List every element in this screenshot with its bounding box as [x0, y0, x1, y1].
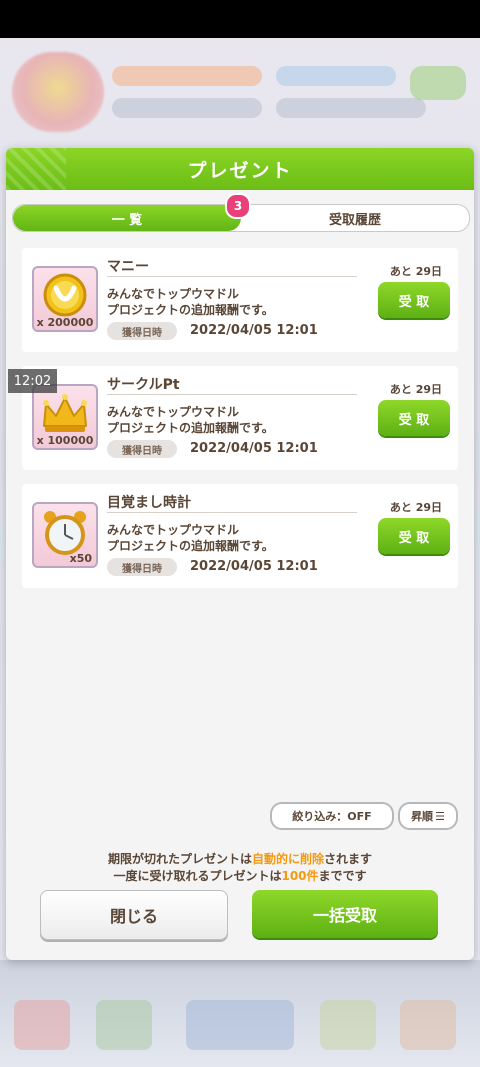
unread-count-badge: 3	[225, 193, 251, 219]
item-icon-frame: x 100000	[32, 384, 98, 450]
limit-notice: 一度に受け取れるプレゼントは100件までです	[6, 867, 474, 884]
sort-lines-icon: ☰	[435, 809, 445, 823]
obtained-label: 獲得日時	[107, 440, 177, 458]
expiry-notice: 期限が切れたプレゼントは自動的に削除されます	[6, 850, 474, 867]
obtained-date: 2022/04/05 12:01	[190, 323, 318, 338]
present-card: x50 目覚まし時計 みんなでトップウマドル プロジェクトの追加報酬です。 獲得…	[22, 484, 458, 588]
item-name: 目覚まし時計	[107, 495, 191, 511]
remaining-days: あと 29日	[389, 265, 442, 278]
background-tile	[320, 1000, 376, 1050]
receive-button[interactable]: 受 取	[378, 282, 450, 318]
sort-button[interactable]: 昇順 ☰	[398, 802, 458, 830]
divider	[107, 394, 357, 395]
background-bar	[276, 98, 426, 118]
present-card: x 200000 マニー みんなでトップウマドル プロジェクトの追加報酬です。 …	[22, 248, 458, 352]
item-description: みんなでトップウマドル プロジェクトの追加報酬です。	[107, 523, 274, 553]
item-icon-frame: x 200000	[32, 266, 98, 332]
dialog-header: プレゼント	[6, 148, 474, 190]
present-dialog: プレゼント 一 覧 受取履歴 3 x 200000 マニー みんなでトップウマド…	[6, 148, 474, 960]
background-chip	[410, 66, 466, 100]
item-quantity: x 100000	[36, 434, 94, 447]
background-tile	[14, 1000, 70, 1050]
tab-history[interactable]: 受取履歴	[241, 205, 469, 231]
divider	[107, 512, 357, 513]
obtained-label: 獲得日時	[107, 558, 177, 576]
remaining-days: あと 29日	[389, 501, 442, 514]
info-text: 一度に受け取れるプレゼントは	[113, 869, 282, 883]
dialog-title: プレゼント	[187, 159, 293, 182]
item-icon-frame: x50	[32, 502, 98, 568]
sort-label: 昇順	[411, 810, 434, 823]
tab-bar: 一 覧 受取履歴 3	[12, 193, 470, 232]
item-description: みんなでトップウマドル プロジェクトの追加報酬です。	[107, 287, 274, 317]
obtained-date: 2022/04/05 12:01	[190, 559, 318, 574]
background-emblem	[12, 52, 104, 132]
status-bar	[0, 0, 480, 38]
background-bar	[112, 98, 262, 118]
filter-label: 絞り込み：OFF	[292, 810, 372, 823]
time-overlay: 12:02	[8, 369, 57, 393]
background-tile	[96, 1000, 152, 1050]
remaining-days: あと 29日	[389, 383, 442, 396]
receive-button[interactable]: 受 取	[378, 518, 450, 554]
item-name: マニー	[107, 259, 149, 275]
present-card: x 100000 サークルPt みんなでトップウマドル プロジェクトの追加報酬で…	[22, 366, 458, 470]
background-tile	[186, 1000, 294, 1050]
info-highlight: 自動的に削除	[251, 852, 324, 866]
item-quantity: x50	[69, 552, 92, 565]
background-bar	[276, 66, 396, 86]
obtained-date: 2022/04/05 12:01	[190, 441, 318, 456]
info-text: までです	[318, 869, 367, 883]
tab-list[interactable]: 一 覧	[13, 205, 241, 231]
background-tile	[400, 1000, 456, 1050]
divider	[107, 276, 357, 277]
receive-all-button[interactable]: 一括受取	[252, 890, 438, 938]
item-description: みんなでトップウマドル プロジェクトの追加報酬です。	[107, 405, 274, 435]
filter-button[interactable]: 絞り込み：OFF	[270, 802, 394, 830]
info-text: されます	[324, 852, 373, 866]
info-text: 期限が切れたプレゼントは	[107, 852, 252, 866]
close-button[interactable]: 閉じる	[40, 890, 228, 940]
item-name: サークルPt	[107, 377, 180, 393]
background-bar	[112, 66, 262, 86]
info-highlight: 100件	[281, 869, 319, 883]
receive-button[interactable]: 受 取	[378, 400, 450, 436]
item-quantity: x 200000	[36, 316, 94, 329]
obtained-label: 獲得日時	[107, 322, 177, 340]
